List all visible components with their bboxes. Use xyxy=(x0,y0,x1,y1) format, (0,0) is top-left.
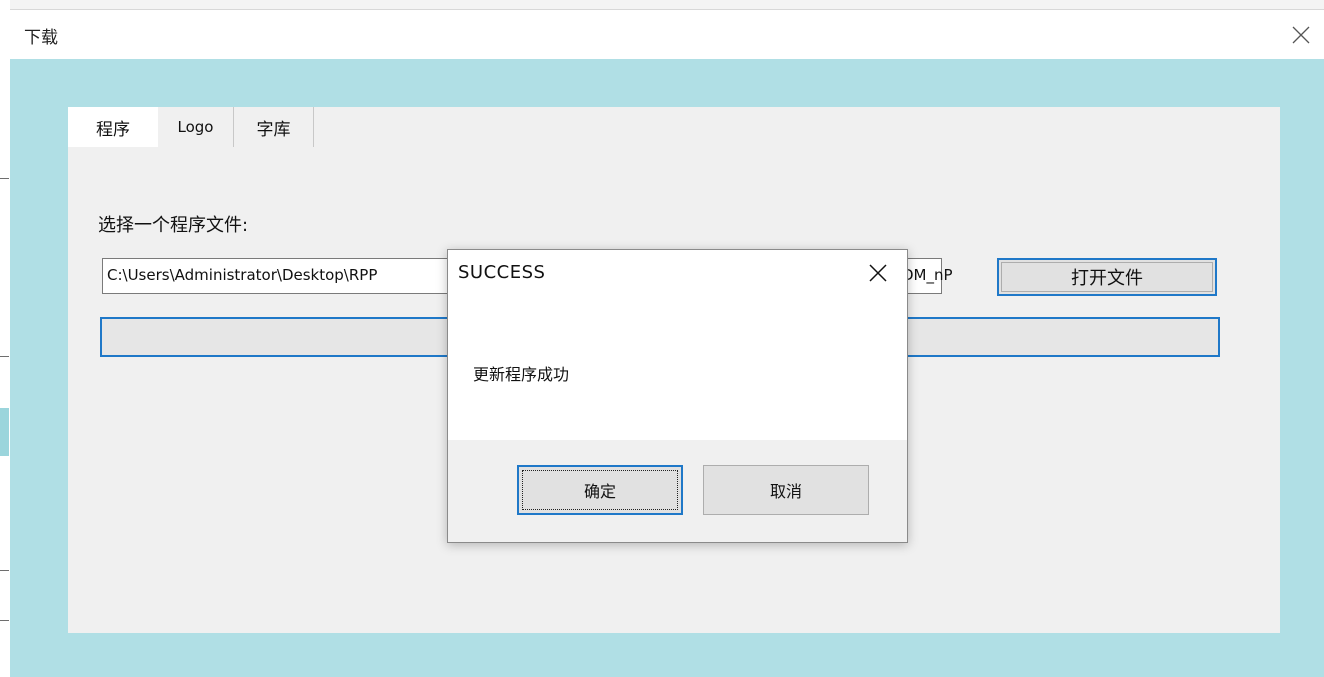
window-title: 下载 xyxy=(24,28,58,48)
window-close-button[interactable] xyxy=(1278,10,1324,59)
dialog-button-area: 确定 取消 xyxy=(448,440,907,542)
close-icon xyxy=(1292,26,1310,43)
cancel-button-label: 取消 xyxy=(769,482,802,501)
tab-font-library[interactable]: 字库 xyxy=(234,107,314,147)
dialog-message: 更新程序成功 xyxy=(473,365,570,384)
ok-button[interactable]: 确定 xyxy=(517,465,683,515)
tab-program[interactable]: 程序 xyxy=(68,107,158,147)
background-window-edge xyxy=(0,0,1324,10)
success-dialog: SUCCESS 更新程序成功 确定 取消 xyxy=(447,249,908,543)
open-file-button[interactable]: 打开文件 xyxy=(997,258,1217,296)
dialog-title: SUCCESS xyxy=(458,262,546,283)
close-icon xyxy=(869,264,887,282)
file-path-input-tail: DM_nP xyxy=(902,258,953,294)
background-window-left-edge xyxy=(0,0,10,677)
cancel-button[interactable]: 取消 xyxy=(703,465,869,515)
dialog-close-button[interactable] xyxy=(849,250,907,296)
select-file-label: 选择一个程序文件: xyxy=(98,215,249,236)
tab-logo[interactable]: Logo xyxy=(158,107,234,147)
window-titlebar: 下载 xyxy=(10,10,1324,59)
